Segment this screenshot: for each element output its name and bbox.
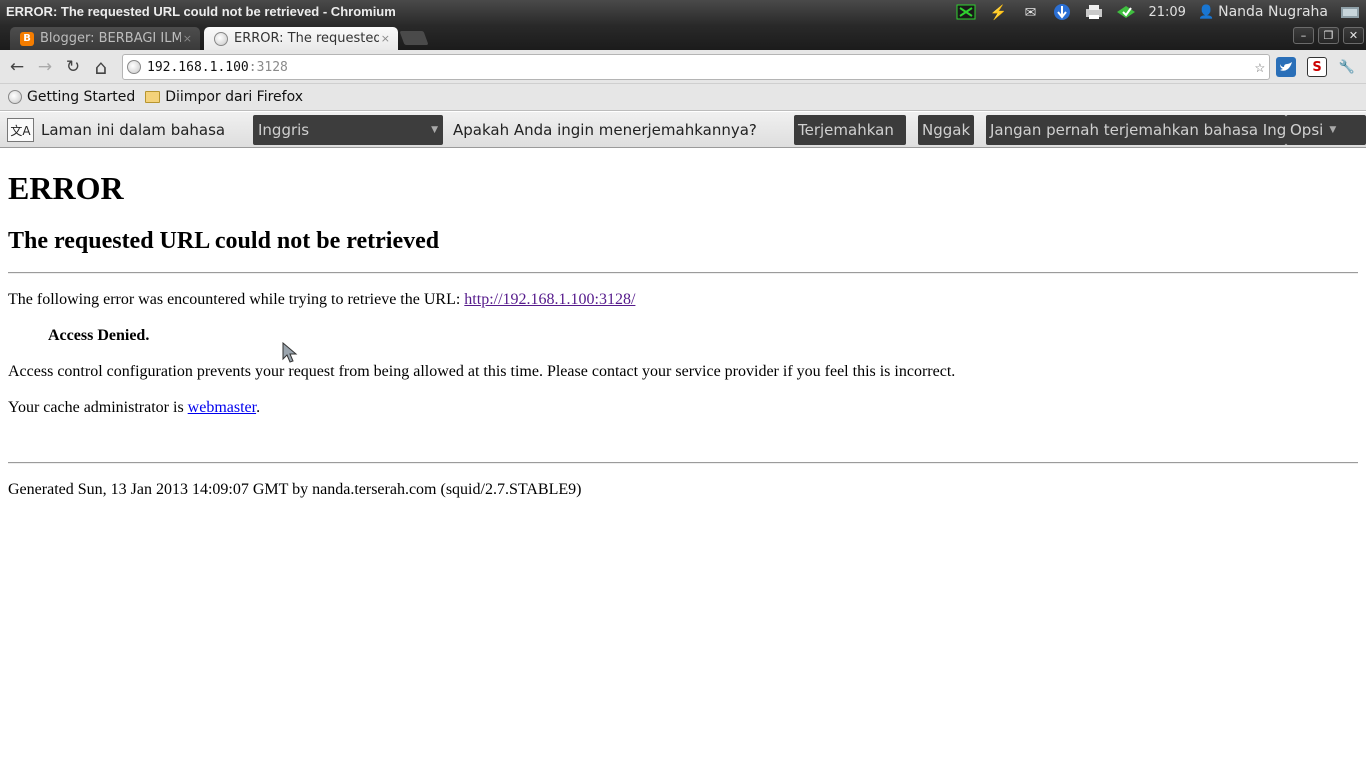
tab-title: ERROR: The requested URL bbox=[234, 31, 379, 46]
address-bar[interactable]: 192.168.1.100:3128 ☆ bbox=[122, 54, 1270, 80]
mail-icon[interactable]: ✉ bbox=[1019, 3, 1041, 21]
user-menu[interactable]: 👤 Nanda Nugraha bbox=[1198, 4, 1328, 20]
s-extension-icon[interactable]: S bbox=[1307, 57, 1327, 77]
options-label: Opsi bbox=[1290, 121, 1324, 139]
network-icon[interactable] bbox=[955, 3, 977, 21]
download-icon[interactable] bbox=[1051, 3, 1073, 21]
bookmark-folder-firefox[interactable]: Diimpor dari Firefox bbox=[145, 89, 303, 105]
wrench-icon[interactable]: 🔧 bbox=[1337, 57, 1357, 77]
chevron-down-icon: ▼ bbox=[1329, 125, 1337, 135]
forward-button[interactable]: → bbox=[34, 56, 56, 78]
tab-error[interactable]: ERROR: The requested URL × bbox=[204, 27, 398, 50]
window-title: ERROR: The requested URL could not be re… bbox=[6, 4, 396, 19]
divider bbox=[8, 462, 1358, 464]
os-top-panel: ERROR: The requested URL could not be re… bbox=[0, 0, 1366, 24]
intro-text: The following error was encountered whil… bbox=[8, 291, 465, 308]
mouse-cursor-icon bbox=[282, 342, 298, 363]
bookmark-label: Getting Started bbox=[27, 89, 136, 105]
intro-paragraph: The following error was encountered whil… bbox=[8, 291, 635, 309]
home-button[interactable]: ⌂ bbox=[90, 55, 112, 79]
close-window-button[interactable]: ✕ bbox=[1343, 27, 1364, 44]
tab-blogger[interactable]: B Blogger: BERBAGI ILMU × bbox=[10, 27, 200, 50]
bookmark-getting-started[interactable]: Getting Started bbox=[8, 89, 135, 105]
battery-icon[interactable] bbox=[1115, 3, 1137, 21]
page-subheading: The requested URL could not be retrieved bbox=[8, 228, 440, 254]
webmaster-link[interactable]: webmaster bbox=[188, 399, 256, 416]
bookmark-star-icon[interactable]: ☆ bbox=[1255, 57, 1265, 77]
translate-button[interactable]: Terjemahkan bbox=[794, 115, 906, 145]
url-host: 192.168.1.100 bbox=[147, 59, 249, 75]
footer-text: Generated Sun, 13 Jan 2013 14:09:07 GMT … bbox=[8, 481, 582, 498]
tab-title: Blogger: BERBAGI ILMU bbox=[40, 31, 181, 46]
admin-prefix: Your cache administrator is bbox=[8, 399, 188, 416]
user-name: Nanda Nugraha bbox=[1218, 4, 1328, 20]
user-icon: 👤 bbox=[1197, 4, 1215, 20]
back-button[interactable]: ← bbox=[6, 56, 28, 78]
printer-icon[interactable] bbox=[1083, 3, 1105, 21]
blogger-icon: B bbox=[20, 31, 34, 46]
globe-icon bbox=[214, 31, 228, 46]
browser-toolbar: ← → ↻ ⌂ 192.168.1.100:3128 ☆ S 🔧 bbox=[0, 50, 1366, 84]
new-tab-button[interactable] bbox=[399, 31, 429, 45]
translate-prefix: Laman ini dalam bahasa bbox=[41, 121, 226, 139]
error-detail: Access control configuration prevents yo… bbox=[8, 363, 956, 380]
window-controls: – ❐ ✕ bbox=[1293, 27, 1364, 44]
page-info-icon[interactable] bbox=[127, 60, 141, 74]
globe-icon bbox=[8, 90, 22, 104]
translate-question: Apakah Anda ingin menerjemahkannya? bbox=[453, 121, 757, 139]
close-icon[interactable]: × bbox=[381, 32, 390, 45]
language-select[interactable]: Inggris ▼ bbox=[253, 115, 443, 145]
requested-url-link[interactable]: http://192.168.1.100:3128/ bbox=[464, 291, 635, 308]
admin-suffix: . bbox=[256, 399, 261, 416]
translate-infobar: 文A Laman ini dalam bahasa Inggris ▼ Apak… bbox=[0, 112, 1366, 148]
session-icon[interactable] bbox=[1339, 3, 1361, 21]
never-translate-button[interactable]: Jangan pernah terjemahkan bahasa Inggris bbox=[986, 115, 1286, 145]
divider bbox=[8, 272, 1358, 274]
url-port: :3128 bbox=[248, 59, 288, 75]
reload-button[interactable]: ↻ bbox=[62, 56, 84, 78]
no-thanks-button[interactable]: Nggak bbox=[918, 115, 974, 145]
close-icon[interactable]: × bbox=[183, 32, 192, 45]
bookmark-label: Diimpor dari Firefox bbox=[165, 89, 304, 105]
chevron-down-icon: ▼ bbox=[431, 125, 438, 135]
admin-paragraph: Your cache administrator is webmaster. bbox=[8, 399, 260, 417]
restore-button[interactable]: ❐ bbox=[1318, 27, 1339, 44]
system-tray: ⚡ ✉ 21:09 👤 Nanda Nugraha bbox=[950, 0, 1366, 24]
twitter-extension-icon[interactable] bbox=[1276, 57, 1296, 77]
language-value: Inggris bbox=[258, 121, 310, 139]
minimize-button[interactable]: – bbox=[1293, 27, 1314, 44]
page-heading: ERROR bbox=[8, 170, 124, 206]
clock[interactable]: 21:09 bbox=[1148, 5, 1185, 20]
power-icon[interactable]: ⚡ bbox=[987, 3, 1009, 21]
folder-icon bbox=[145, 91, 161, 103]
tab-strip: B Blogger: BERBAGI ILMU × ERROR: The req… bbox=[0, 24, 1366, 50]
error-title: Access Denied. bbox=[48, 327, 150, 344]
options-button[interactable]: Opsi ▼ bbox=[1286, 115, 1366, 145]
bookmarks-bar: Getting Started Diimpor dari Firefox bbox=[0, 84, 1366, 111]
translate-icon: 文A bbox=[7, 118, 34, 142]
